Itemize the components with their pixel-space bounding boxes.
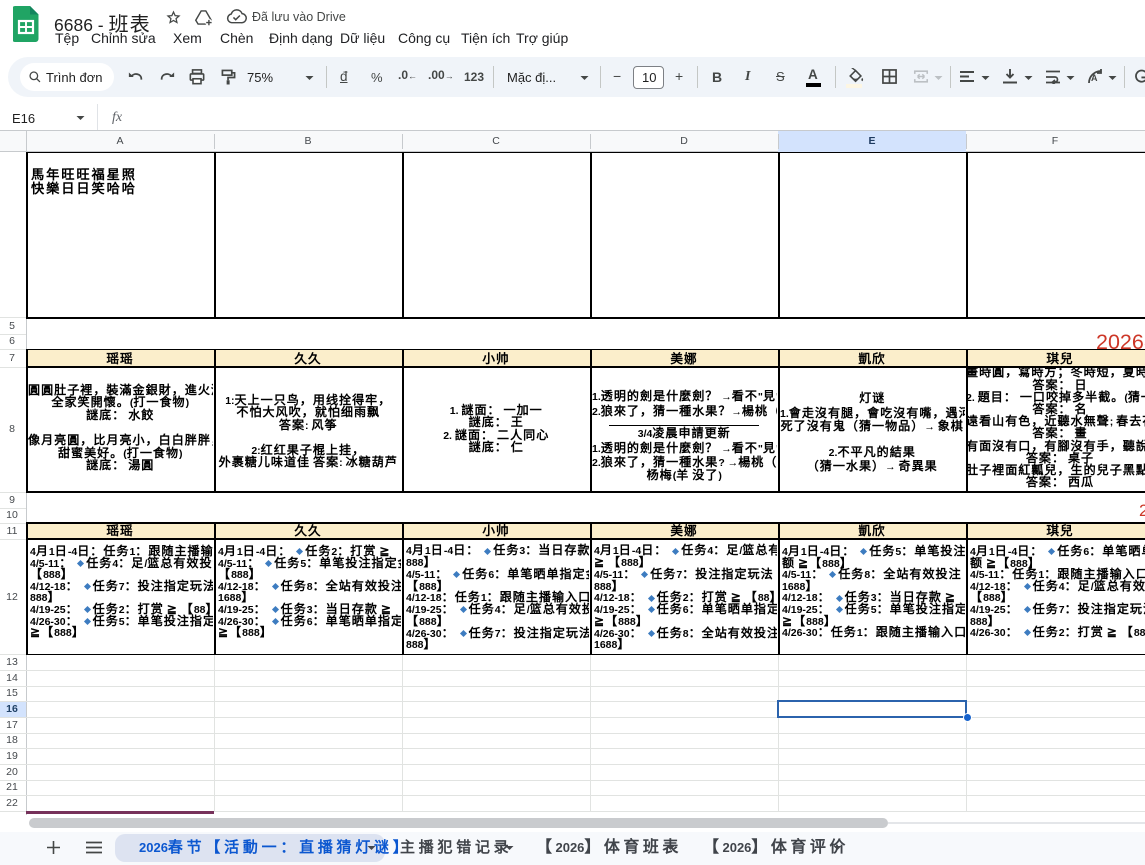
svg-text:A: A <box>1091 73 1098 83</box>
